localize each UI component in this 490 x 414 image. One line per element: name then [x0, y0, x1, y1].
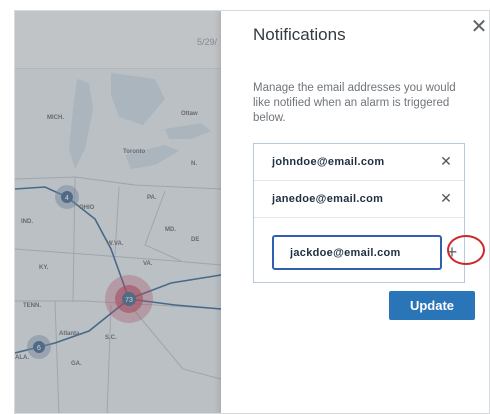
highlight-annotation — [447, 235, 485, 265]
panel-title: Notifications — [253, 25, 346, 44]
remove-email-icon[interactable]: ✕ — [438, 190, 454, 206]
email-list: johndoe@email.com ✕ janedoe@email.com ✕ … — [253, 143, 465, 283]
update-button[interactable]: Update — [389, 291, 475, 320]
list-item: janedoe@email.com ✕ — [254, 181, 464, 218]
app-window: 5/29/ 4 73 6 MICH. Ottaw Toronto N. OHIO… — [14, 10, 490, 414]
modal-overlay[interactable] — [15, 11, 221, 413]
new-email-input[interactable] — [272, 235, 442, 270]
close-icon[interactable]: ✕ — [469, 17, 489, 37]
email-address: janedoe@email.com — [272, 193, 384, 205]
notifications-panel: Notifications ✕ Manage the email address… — [221, 11, 489, 413]
panel-description: Manage the email addresses you would lik… — [253, 82, 456, 124]
remove-email-icon[interactable]: ✕ — [438, 153, 454, 169]
list-item: johndoe@email.com ✕ — [254, 144, 464, 181]
email-address: johndoe@email.com — [272, 156, 385, 168]
